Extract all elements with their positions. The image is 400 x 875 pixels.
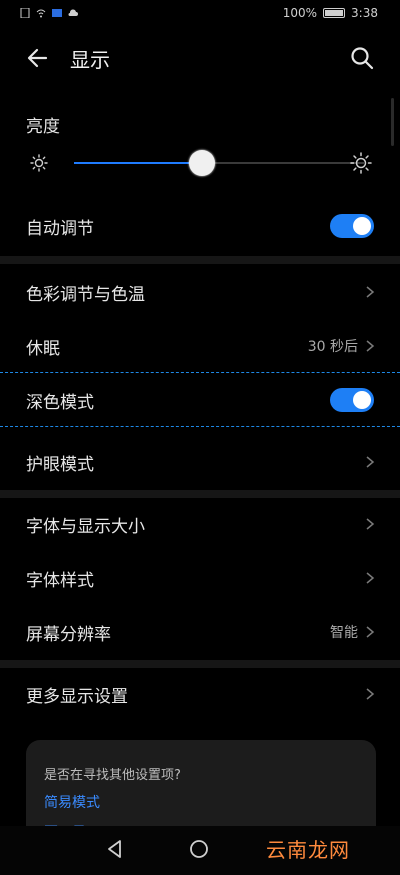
row-more-display[interactable]: 更多显示设置 bbox=[0, 670, 400, 718]
section-divider bbox=[0, 490, 400, 498]
toggle-knob bbox=[353, 217, 371, 235]
nav-back-icon[interactable] bbox=[104, 838, 126, 860]
row-label: 更多显示设置 bbox=[26, 686, 128, 707]
chevron-right-icon bbox=[366, 518, 375, 530]
clock: 3:38 bbox=[351, 6, 378, 20]
row-label: 字体与显示大小 bbox=[26, 516, 145, 537]
chevron-right-icon bbox=[366, 340, 375, 352]
watermark: 云南龙网 bbox=[266, 838, 350, 862]
row-label: 字体样式 bbox=[26, 570, 94, 591]
row-label: 自动调节 bbox=[26, 218, 94, 239]
suggestion-card: 是否在寻找其他设置项? 简易模式 页面显示 bbox=[26, 740, 376, 841]
chevron-right-icon bbox=[366, 572, 375, 584]
dark-mode-toggle[interactable] bbox=[330, 388, 374, 412]
row-dark-mode[interactable]: 深色模式 bbox=[0, 376, 400, 424]
row-label: 屏幕分辨率 bbox=[26, 624, 111, 645]
highlight-border-bottom bbox=[0, 426, 400, 427]
row-label: 深色模式 bbox=[26, 392, 94, 413]
row-value: 30 秒后 bbox=[307, 339, 358, 355]
nav-home-icon[interactable] bbox=[188, 838, 210, 860]
row-color-temperature[interactable]: 色彩调节与色温 bbox=[0, 268, 400, 316]
highlight-border-top bbox=[0, 372, 400, 373]
back-arrow-icon[interactable] bbox=[24, 44, 52, 72]
auto-brightness-toggle[interactable] bbox=[330, 214, 374, 238]
row-font-style[interactable]: 字体样式 bbox=[0, 554, 400, 602]
chevron-right-icon bbox=[366, 456, 375, 468]
row-resolution[interactable]: 屏幕分辨率 智能 bbox=[0, 608, 400, 656]
slider-fill bbox=[74, 162, 202, 164]
status-icons-left bbox=[20, 8, 78, 18]
wifi-icon bbox=[36, 9, 46, 18]
app-header: 显示 bbox=[0, 36, 400, 80]
notification-icon bbox=[52, 9, 62, 17]
simple-mode-link[interactable]: 简易模式 bbox=[44, 792, 100, 812]
file-icon bbox=[20, 8, 30, 18]
row-sleep[interactable]: 休眠 30 秒后 bbox=[0, 322, 400, 370]
scrollbar[interactable] bbox=[391, 98, 394, 146]
status-bar: 100% 3:38 bbox=[0, 0, 400, 26]
row-value: 智能 bbox=[330, 625, 358, 641]
brightness-slider[interactable] bbox=[74, 148, 364, 178]
brightness-label: 亮度 bbox=[26, 117, 60, 137]
row-auto-brightness[interactable]: 自动调节 bbox=[0, 202, 400, 250]
status-icons-right: 100% 3:38 bbox=[283, 6, 378, 20]
chevron-right-icon bbox=[366, 286, 375, 298]
brightness-low-icon bbox=[30, 154, 48, 172]
page-title: 显示 bbox=[70, 48, 110, 72]
row-label: 休眠 bbox=[26, 338, 60, 359]
row-label: 色彩调节与色温 bbox=[26, 284, 145, 305]
row-font-size[interactable]: 字体与显示大小 bbox=[0, 500, 400, 548]
slider-thumb[interactable] bbox=[188, 150, 215, 176]
row-eye-comfort[interactable]: 护眼模式 bbox=[0, 438, 400, 486]
battery-percent: 100% bbox=[282, 6, 318, 20]
row-label: 护眼模式 bbox=[26, 454, 94, 475]
toggle-knob bbox=[353, 391, 371, 409]
suggestion-question: 是否在寻找其他设置项? bbox=[44, 768, 181, 783]
battery-icon bbox=[323, 8, 346, 18]
section-divider bbox=[0, 256, 400, 264]
brightness-high-icon bbox=[350, 152, 372, 174]
section-divider bbox=[0, 660, 400, 668]
chevron-right-icon bbox=[366, 688, 375, 700]
chevron-right-icon bbox=[366, 626, 375, 638]
cloud-icon bbox=[68, 9, 78, 16]
search-icon[interactable] bbox=[348, 44, 376, 72]
